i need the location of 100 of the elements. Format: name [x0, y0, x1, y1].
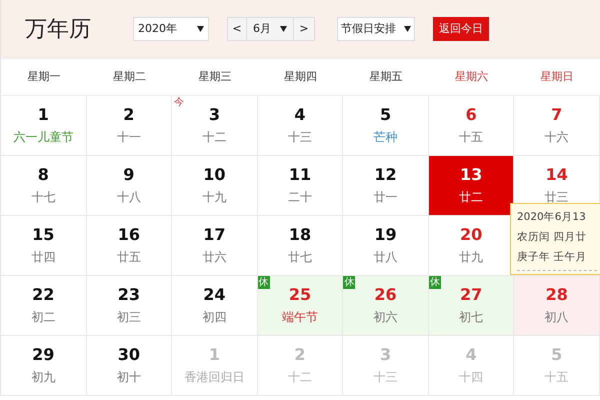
rest-badge: 休 — [428, 276, 441, 289]
day-cell[interactable]: 5 芒种 — [343, 96, 429, 156]
day-cell[interactable]: 19 廿八 — [343, 216, 429, 276]
day-cell[interactable]: 23 初三 — [86, 276, 172, 336]
weekday-label: 星期二 — [112, 68, 146, 85]
day-number: 5 — [380, 104, 392, 124]
day-number: 13 — [460, 164, 482, 184]
lunar-date: 端午节 — [282, 308, 318, 326]
weekday-label: 星期一 — [27, 68, 60, 85]
rest-badge: 休 — [258, 276, 270, 289]
day-cell[interactable]: 4 十三 — [258, 96, 344, 156]
day-number: 28 — [546, 284, 568, 304]
lunar-date: 廿六 — [202, 248, 226, 266]
day-number: 1 — [208, 344, 220, 364]
day-number: 14 — [546, 164, 568, 184]
month-select[interactable]: 6月 — [247, 17, 293, 41]
lunar-date: 十二 — [288, 368, 312, 386]
year-select[interactable]: 2020年 — [133, 17, 209, 41]
lunar-date: 廿七 — [288, 248, 312, 266]
today-label: 今 — [174, 97, 184, 109]
lunar-date: 初六 — [374, 308, 398, 326]
day-cell[interactable]: 8 十七 — [1, 156, 87, 216]
day-cell[interactable]: 11 二十 — [258, 156, 344, 216]
day-cell[interactable]: 30 初十 — [86, 336, 172, 396]
caret-icon — [404, 26, 411, 32]
day-number: 23 — [118, 284, 140, 304]
lunar-date: 廿八 — [374, 248, 398, 266]
day-number: 7 — [551, 104, 562, 124]
day-number: 3 — [380, 344, 392, 364]
day-cell[interactable]: 15 廿四 — [1, 216, 87, 276]
day-number: 27 — [460, 284, 482, 304]
lunar-date: 芒种 — [374, 128, 398, 146]
day-cell[interactable]: 17 廿六 — [172, 216, 258, 276]
day-number: 15 — [32, 224, 54, 244]
today-button[interactable]: 返回今日 — [433, 17, 489, 41]
day-number: 9 — [123, 164, 134, 184]
next-month-button[interactable]: > — [293, 17, 315, 41]
day-number: 17 — [203, 224, 226, 244]
day-number: 25 — [288, 284, 312, 304]
weekday-label: 星期日 — [540, 68, 574, 85]
weekday-label: 星期六 — [455, 68, 488, 85]
day-cell[interactable]: 29 初九 — [1, 336, 87, 396]
day-number: 5 — [551, 344, 562, 364]
lunar-date: 廿一 — [374, 188, 398, 206]
lunar-date: 初三 — [116, 308, 141, 326]
day-number: 16 — [118, 224, 140, 244]
day-cell[interactable]: 1 六一儿童节 — [1, 96, 87, 156]
day-cell[interactable]: 24 初四 — [172, 276, 258, 336]
day-number: 22 — [32, 284, 54, 304]
lunar-date: 初四 — [202, 308, 226, 326]
day-cell[interactable]: 22 初二 — [1, 276, 87, 336]
lunar-date: 初七 — [459, 308, 484, 326]
day-number: 30 — [118, 344, 140, 364]
weekday-label: 星期四 — [284, 68, 317, 85]
day-number: 3 — [208, 104, 220, 124]
lunar-date: 初十 — [116, 368, 141, 386]
tooltip-line: 农历闰 四月廿 — [517, 230, 588, 245]
day-cell[interactable]: 13 廿二 — [428, 156, 514, 216]
lunar-date: 初九 — [31, 368, 56, 386]
day-cell[interactable]: 9 十八 — [86, 156, 172, 216]
day-number: 10 — [203, 164, 226, 184]
weekday-label: 星期三 — [198, 68, 232, 85]
caret-icon — [197, 26, 204, 32]
day-number: 20 — [460, 224, 482, 244]
day-number: 6 — [466, 104, 477, 124]
lunar-date: 十二 — [202, 128, 226, 146]
day-number: 12 — [374, 164, 397, 184]
lunar-date: 十五 — [544, 368, 569, 386]
rest-badge: 休 — [343, 276, 356, 289]
day-number: 8 — [38, 164, 49, 184]
day-number: 11 — [288, 164, 312, 184]
day-cell[interactable]: 26 初六 休 — [343, 276, 429, 336]
day-cell[interactable]: 16 廿五 — [86, 216, 172, 276]
day-cell[interactable]: 27 初七 休 — [428, 276, 514, 336]
day-cell[interactable]: 2 十一 — [86, 96, 172, 156]
day-number: 19 — [374, 224, 397, 244]
prev-month-button[interactable]: < — [227, 17, 247, 41]
lunar-date: 廿四 — [31, 248, 56, 266]
lunar-date: 初二 — [31, 308, 56, 326]
day-cell[interactable]: 6 十五 — [428, 96, 514, 156]
tooltip-line: 庚子年 壬午月 — [517, 250, 588, 265]
lunar-date: 十九 — [202, 188, 226, 206]
day-number: 18 — [288, 224, 312, 244]
day-cell[interactable]: 7 十六 — [514, 96, 600, 156]
day-number: 4 — [294, 104, 306, 124]
day-cell[interactable]: 28 初八 — [514, 276, 600, 336]
day-cell[interactable]: 3 十二 今 — [172, 96, 258, 156]
day-number: 2 — [123, 104, 134, 124]
day-cell[interactable]: 10 十九 — [172, 156, 258, 216]
day-cell[interactable]: 18 廿七 — [258, 216, 344, 276]
lunar-date: 廿九 — [459, 248, 484, 266]
day-cell[interactable]: 25 端午节 休 — [258, 276, 344, 336]
lunar-date: 十四 — [459, 368, 484, 386]
lunar-date: 廿五 — [116, 248, 141, 266]
holiday-select[interactable]: 节假日安排 — [337, 17, 415, 41]
lunar-date: 香港回归日 — [184, 368, 244, 386]
day-cell[interactable]: 12 廿一 — [343, 156, 429, 216]
lunar-date: 十七 — [31, 188, 56, 206]
day-number: 29 — [32, 344, 54, 364]
lunar-date: 十一 — [116, 128, 141, 146]
